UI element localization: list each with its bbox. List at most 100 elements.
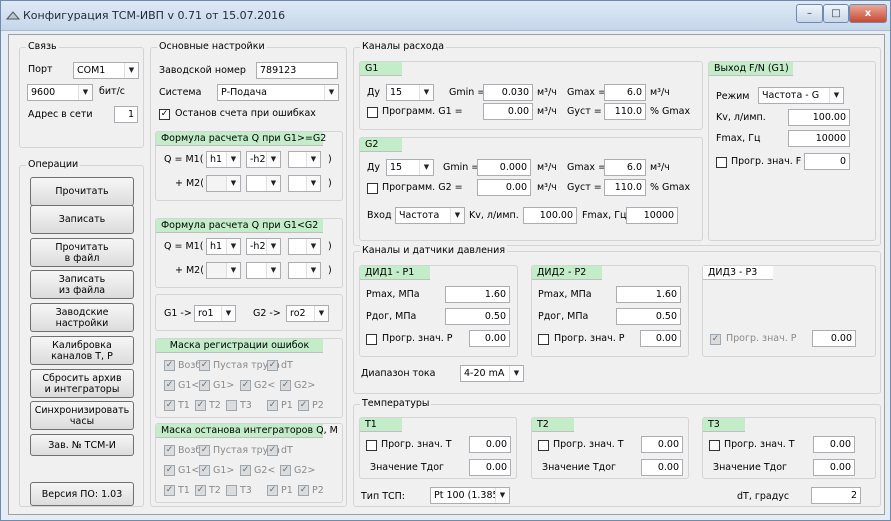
t3-prog-checkbox[interactable] xyxy=(709,440,720,451)
t2-prog-checkbox[interactable] xyxy=(538,440,549,451)
system-select[interactable]: Р-Подача ▼ xyxy=(217,84,339,101)
t2-dog-field[interactable]: 0.00 xyxy=(641,459,683,476)
current-range-select[interactable]: 4-20 mA ▼ xyxy=(460,365,524,382)
ops-button-8[interactable]: Синхронизировать часы xyxy=(30,401,134,430)
g1-prog-checkbox[interactable] xyxy=(367,107,378,118)
errmask-checkbox-G2<[interactable]: ✓ xyxy=(240,380,251,391)
port-select[interactable]: COM1 ▼ xyxy=(73,62,139,79)
tsp-select[interactable]: Pt 100 (1.385 ▼ xyxy=(430,487,510,504)
stopmask-checkbox-P1[interactable]: ✓ xyxy=(267,485,278,496)
errmask-checkbox-G1<[interactable]: ✓ xyxy=(164,380,175,391)
formula2-r2-select-2[interactable]: ▼ xyxy=(246,262,281,279)
g1-gmax-field[interactable]: 6.0 xyxy=(604,84,646,101)
errmask-checkbox-Возб.[interactable]: ✓ xyxy=(164,360,175,371)
errmask-checkbox-Пустая труба[interactable]: ✓ xyxy=(199,360,210,371)
p2-prog-checkbox[interactable] xyxy=(538,334,549,345)
g1-prog-field[interactable]: 0.00 xyxy=(483,103,533,120)
g2-gmin-field[interactable]: 0.000 xyxy=(477,159,531,176)
title-bar[interactable]: Конфигурация ТСМ-ИВП v 0.71 от 15.07.201… xyxy=(1,1,890,31)
errmask-checkbox-P1[interactable]: ✓ xyxy=(267,400,278,411)
p1-prog-field[interactable]: 0.00 xyxy=(469,330,510,347)
g1-gmin-field[interactable]: 0.030 xyxy=(483,84,533,101)
g1-du-select[interactable]: 15 ▼ xyxy=(386,84,434,101)
p1-prog-checkbox[interactable] xyxy=(366,334,377,345)
formula2-r1-select-3[interactable]: ▼ xyxy=(288,238,321,255)
formula1-r2-select-2[interactable]: ▼ xyxy=(246,175,281,192)
serial-field[interactable]: 789123 xyxy=(256,62,338,79)
g2-kv-field[interactable]: 100.00 xyxy=(523,207,577,224)
g2-gust-field[interactable]: 110.0 xyxy=(604,179,646,196)
formula2-r1-select-1[interactable]: h1 ▼ xyxy=(206,238,241,255)
stop-on-error-checkbox[interactable]: ✓ xyxy=(159,109,170,120)
close-button[interactable]: x xyxy=(849,4,887,23)
ops-button-3[interactable]: Прочитать в файл xyxy=(30,238,134,267)
stopmask-checkbox-P2[interactable]: ✓ xyxy=(298,485,309,496)
dt-field[interactable]: 2 xyxy=(811,487,861,504)
stopmask-checkbox-T1[interactable]: ✓ xyxy=(164,485,175,496)
p1-pdog-field[interactable]: 0.50 xyxy=(445,308,510,325)
g2-input-select[interactable]: Частота ▼ xyxy=(395,207,465,224)
fn-mode-select[interactable]: Частота - G ▼ xyxy=(758,87,844,104)
errmask-checkbox-P2[interactable]: ✓ xyxy=(298,400,309,411)
g2-fmax-field[interactable]: 10000 xyxy=(626,207,678,224)
ops-button-2[interactable]: Записать xyxy=(30,205,134,234)
formula2-r2-select-3[interactable]: ▼ xyxy=(288,262,321,279)
stopmask-checkbox-G1>[interactable]: ✓ xyxy=(199,465,210,476)
t3-prog-field[interactable]: 0.00 xyxy=(813,436,855,453)
ops-button-6[interactable]: Калибровка каналов T, P xyxy=(30,336,134,365)
t1-prog-checkbox[interactable] xyxy=(366,440,377,451)
g2-du-select[interactable]: 15 ▼ xyxy=(386,159,434,176)
g2-map-select[interactable]: ro2 ▼ xyxy=(286,305,329,322)
t3-dog-field[interactable]: 0.00 xyxy=(813,459,855,476)
errmask-checkbox-T1[interactable]: ✓ xyxy=(164,400,175,411)
g2-prog-checkbox[interactable] xyxy=(367,183,378,194)
p2-prog-field[interactable]: 0.00 xyxy=(640,330,681,347)
fn-prog-checkbox[interactable] xyxy=(716,157,727,168)
errmask-checkbox-T3[interactable] xyxy=(226,400,237,411)
stopmask-checkbox-dT[interactable]: ✓ xyxy=(267,445,278,456)
g1-map-select[interactable]: ro1 ▼ xyxy=(194,305,236,322)
formula1-r2-select-1[interactable]: ▼ xyxy=(206,175,241,192)
fn-kv-field[interactable]: 100.00 xyxy=(788,109,850,126)
ops-button-1[interactable]: Прочитать xyxy=(30,177,134,206)
t2-prog-field[interactable]: 0.00 xyxy=(641,436,683,453)
ops-button-4[interactable]: Записать из файла xyxy=(30,270,134,299)
formula2-r2-select-1[interactable]: ▼ xyxy=(206,262,241,279)
formula1-r1-select-1[interactable]: h1 ▼ xyxy=(206,151,241,168)
p2-pmax-field[interactable]: 1.60 xyxy=(616,286,681,303)
stopmask-checkbox-G2>[interactable]: ✓ xyxy=(280,465,291,476)
fn-prog-field[interactable]: 0 xyxy=(804,153,850,170)
formula1-r1-select-3[interactable]: ▼ xyxy=(288,151,321,168)
p3-prog-checkbox[interactable]: ✓ xyxy=(710,334,721,345)
formula1-r2-select-3[interactable]: ▼ xyxy=(288,175,321,192)
ops-button-9[interactable]: Зав. № ТСМ-И xyxy=(30,434,134,456)
stopmask-checkbox-T2[interactable]: ✓ xyxy=(195,485,206,496)
maximize-button[interactable]: □ xyxy=(823,4,849,23)
addr-field[interactable]: 1 xyxy=(114,106,138,123)
errmask-checkbox-G1>[interactable]: ✓ xyxy=(199,380,210,391)
p3-prog-field[interactable]: 0.00 xyxy=(812,330,856,347)
formula1-r1-select-2[interactable]: -h2 ▼ xyxy=(246,151,281,168)
stopmask-checkbox-Возб.[interactable]: ✓ xyxy=(164,445,175,456)
errmask-checkbox-T2[interactable]: ✓ xyxy=(195,400,206,411)
stopmask-checkbox-G2<[interactable]: ✓ xyxy=(240,465,251,476)
p2-pdog-field[interactable]: 0.50 xyxy=(616,308,681,325)
baud-select[interactable]: 9600 ▼ xyxy=(27,84,93,101)
ops-button-5[interactable]: Заводские настройки xyxy=(30,303,134,332)
p1-pmax-field[interactable]: 1.60 xyxy=(445,286,510,303)
stopmask-checkbox-T3[interactable] xyxy=(226,485,237,496)
g1-gust-field[interactable]: 110.0 xyxy=(604,103,646,120)
minimize-button[interactable]: – xyxy=(796,4,823,23)
formula2-r1-select-2[interactable]: -h2 ▼ xyxy=(246,238,281,255)
stopmask-checkbox-G1<[interactable]: ✓ xyxy=(164,465,175,476)
version-button[interactable]: Версия ПО: 1.03 xyxy=(30,482,134,506)
errmask-checkbox-G2>[interactable]: ✓ xyxy=(280,380,291,391)
g2-gmax-field[interactable]: 6.0 xyxy=(604,159,646,176)
fn-fmax-field[interactable]: 10000 xyxy=(788,130,850,147)
stopmask-checkbox-Пустая труба[interactable]: ✓ xyxy=(199,445,210,456)
t1-dog-field[interactable]: 0.00 xyxy=(469,459,511,476)
t1-prog-field[interactable]: 0.00 xyxy=(469,436,511,453)
g2-prog-field[interactable]: 0.00 xyxy=(477,179,531,196)
ops-button-7[interactable]: Сбросить архив и интеграторы xyxy=(30,369,134,398)
errmask-checkbox-dT[interactable]: ✓ xyxy=(267,360,278,371)
